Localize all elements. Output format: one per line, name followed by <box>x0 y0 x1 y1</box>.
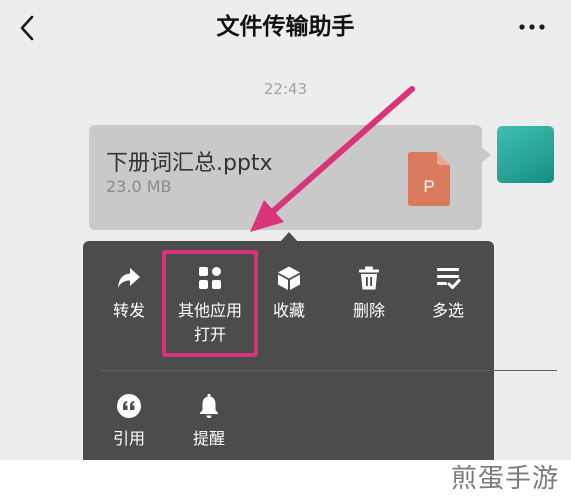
menu-label-delete: 删除 <box>352 301 385 320</box>
checklist-icon <box>437 268 461 289</box>
quote-icon <box>117 394 141 418</box>
annotation-highlight-box <box>162 250 258 357</box>
chat-title: 文件传输助手 <box>216 14 355 40</box>
menu-item-forward[interactable]: 转发 <box>92 265 166 323</box>
menu-label-forward: 转发 <box>112 301 145 320</box>
back-button[interactable] <box>14 12 42 44</box>
menu-item-remind[interactable]: 提醒 <box>172 393 246 451</box>
trash-icon <box>359 266 379 290</box>
menu-label-remind: 提醒 <box>192 429 225 448</box>
bell-icon <box>200 394 218 418</box>
file-message-bubble[interactable]: 下册词汇总.pptx 23.0 MB P <box>89 125 491 230</box>
ellipsis-icon <box>519 24 545 30</box>
more-button[interactable] <box>517 16 547 38</box>
menu-label-multi-select: 多选 <box>431 301 464 320</box>
ppt-icon-letter: P <box>423 177 434 196</box>
menu-label-favorite: 收藏 <box>272 301 305 320</box>
menu-item-favorite[interactable]: 收藏 <box>252 265 326 323</box>
menu-item-delete[interactable]: 删除 <box>332 265 406 323</box>
menu-item-multi-select[interactable]: 多选 <box>411 265 485 323</box>
menu-divider <box>100 370 557 371</box>
message-timestamp: 22:43 <box>263 80 308 98</box>
chevron-left-icon <box>20 15 34 41</box>
avatar[interactable] <box>497 126 554 183</box>
top-bar: 文件传输助手 <box>0 0 571 56</box>
cube-icon <box>278 266 300 290</box>
file-size: 23.0 MB <box>106 177 172 196</box>
ppt-file-icon: P <box>408 152 450 206</box>
menu-label-quote: 引用 <box>112 429 145 448</box>
watermark-text: 煎蛋手游 <box>450 464 559 494</box>
menu-item-quote[interactable]: 引用 <box>92 393 166 451</box>
file-name: 下册词汇总.pptx <box>106 151 273 176</box>
share-arrow-icon <box>118 268 140 288</box>
